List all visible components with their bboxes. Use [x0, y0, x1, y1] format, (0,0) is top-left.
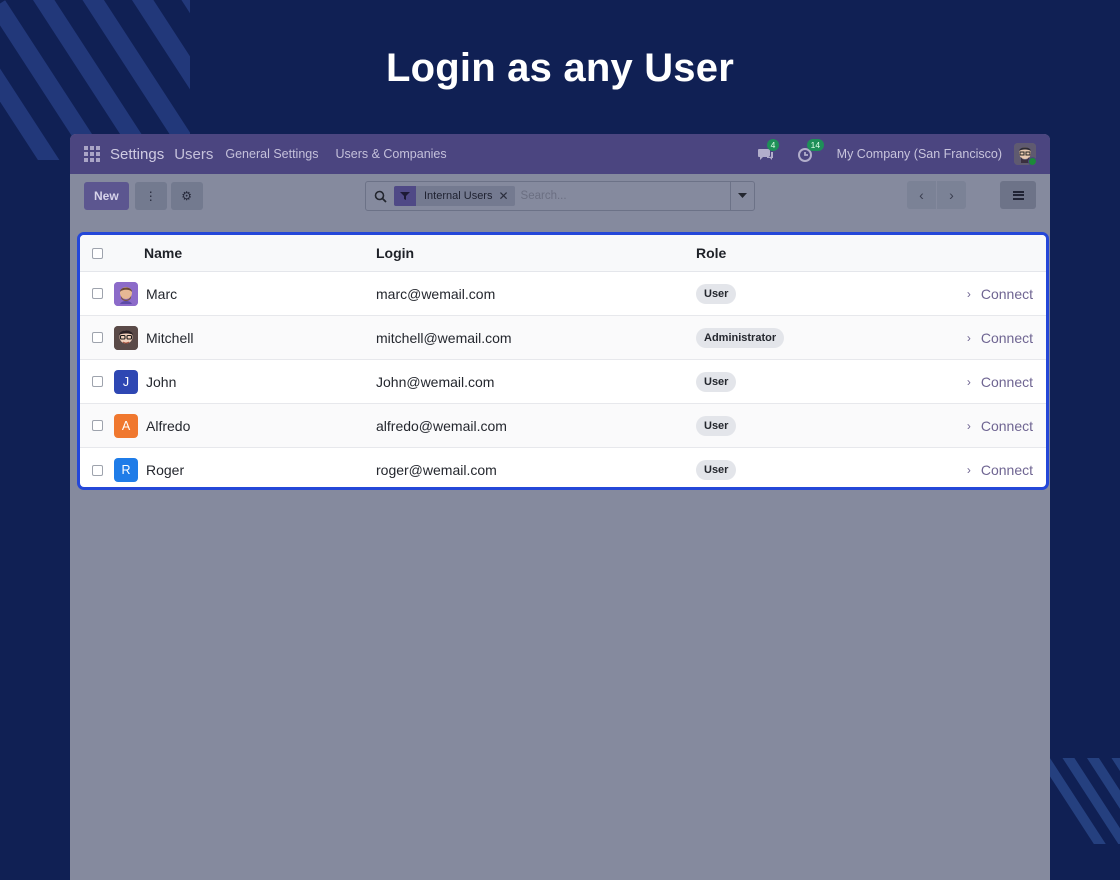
top-navbar: Settings Users General Settings Users & …	[70, 134, 1050, 174]
list-view-button[interactable]	[1000, 181, 1036, 209]
gear-icon: ⚙	[181, 189, 193, 203]
more-actions-button[interactable]: ⋮	[134, 182, 167, 210]
connect-button[interactable]: Connect	[981, 286, 1033, 302]
search-bar[interactable]: Internal Users ✕ Search...	[365, 181, 755, 211]
activities-clock-icon[interactable]: 14	[797, 139, 825, 163]
user-login: John@wemail.com	[376, 373, 495, 390]
row-checkbox[interactable]	[91, 332, 103, 343]
new-button[interactable]: New	[84, 182, 129, 210]
chevron-right-icon: ›	[966, 374, 971, 389]
company-switcher[interactable]: My Company (San Francisco)	[837, 147, 1002, 161]
filter-facet-label: Internal Users	[424, 190, 493, 202]
pager-next-button[interactable]: ›	[937, 181, 966, 209]
activities-count-badge: 14	[806, 139, 825, 151]
filter-funnel-icon	[394, 186, 416, 206]
hero-title: Login as any User	[386, 46, 734, 90]
user-name: Mitchell	[146, 329, 194, 346]
messages-count-badge: 4	[766, 139, 780, 151]
search-input[interactable]: Search...	[521, 190, 730, 202]
nav-menu-users-companies[interactable]: Users & Companies	[335, 147, 446, 161]
row-checkbox[interactable]	[91, 464, 103, 476]
avatar-photo	[114, 281, 138, 306]
chevron-right-icon: ›	[966, 330, 971, 345]
nav-menu-general-settings[interactable]: General Settings	[225, 147, 318, 161]
settings-gear-button[interactable]: ⚙	[170, 182, 203, 210]
role-badge: User	[696, 371, 737, 392]
apps-grid-icon[interactable]	[84, 146, 100, 162]
column-header-role[interactable]: Role	[696, 245, 946, 261]
role-badge: Administrator	[696, 327, 785, 348]
table-row[interactable]: A Alfredo alfredo@wemail.com User › Conn…	[80, 404, 1046, 448]
search-icon	[366, 190, 394, 203]
user-name: John	[146, 373, 177, 390]
nav-brand[interactable]: Settings	[110, 146, 164, 163]
pager-previous-button[interactable]: ‹	[907, 181, 936, 209]
filter-facet[interactable]: Internal Users ✕	[394, 186, 515, 206]
role-badge: User	[696, 283, 737, 304]
user-login: roger@wemail.com	[376, 462, 497, 478]
user-name: Marc	[146, 285, 178, 302]
connect-button[interactable]: Connect	[981, 418, 1033, 434]
avatar-initial: A	[114, 413, 138, 438]
avatar-initial: J	[114, 369, 138, 394]
chevron-right-icon: ›	[966, 463, 971, 477]
avatar-photo	[114, 325, 138, 350]
control-panel: New ⋮ ⚙ Internal Users ✕ Search... ‹ ›	[70, 174, 1050, 218]
table-row[interactable]: Marc marc@wemail.com User › Connect	[80, 272, 1046, 316]
role-badge: User	[696, 460, 737, 480]
user-name: Roger	[146, 462, 185, 478]
users-list-table: Name Login Role Marc marc@wemail.com Use…	[77, 232, 1049, 490]
column-header-name[interactable]: Name	[114, 245, 376, 261]
connect-button[interactable]: Connect	[981, 330, 1033, 346]
column-header-login[interactable]: Login	[376, 245, 696, 261]
avatar-initial: R	[114, 458, 138, 482]
messages-icon[interactable]: 4	[757, 139, 780, 163]
row-checkbox[interactable]	[91, 420, 103, 431]
chevron-right-icon: ›	[966, 286, 971, 301]
connect-button[interactable]: Connect	[981, 374, 1033, 390]
online-status-dot	[1028, 157, 1036, 165]
user-login: marc@wemail.com	[376, 285, 496, 302]
table-row[interactable]: Mitchell mitchell@wemail.com Administrat…	[80, 316, 1046, 360]
nav-menu-users[interactable]: Users	[174, 146, 213, 163]
vertical-dots-icon: ⋮	[144, 189, 157, 203]
user-login: mitchell@wemail.com	[376, 329, 512, 346]
row-checkbox[interactable]	[91, 288, 103, 299]
remove-facet-icon[interactable]: ✕	[498, 189, 514, 203]
list-view-icon	[1012, 189, 1024, 201]
select-all-checkbox[interactable]	[91, 247, 103, 259]
decorative-stripes-bottom-right	[1048, 758, 1120, 844]
caret-down-icon	[738, 193, 747, 198]
user-avatar[interactable]	[1014, 143, 1036, 165]
row-checkbox[interactable]	[91, 376, 103, 387]
user-login: alfredo@wemail.com	[376, 417, 507, 434]
table-header: Name Login Role	[80, 235, 1046, 272]
user-name: Alfredo	[146, 417, 191, 434]
role-badge: User	[696, 415, 737, 436]
pager: ‹ ›	[907, 181, 966, 209]
table-row[interactable]: J John John@wemail.com User › Connect	[80, 360, 1046, 404]
search-options-toggle[interactable]	[730, 182, 754, 210]
connect-button[interactable]: Connect	[981, 462, 1033, 478]
chevron-right-icon: ›	[966, 418, 971, 433]
table-row[interactable]: R Roger roger@wemail.com User › Connect	[80, 448, 1046, 487]
